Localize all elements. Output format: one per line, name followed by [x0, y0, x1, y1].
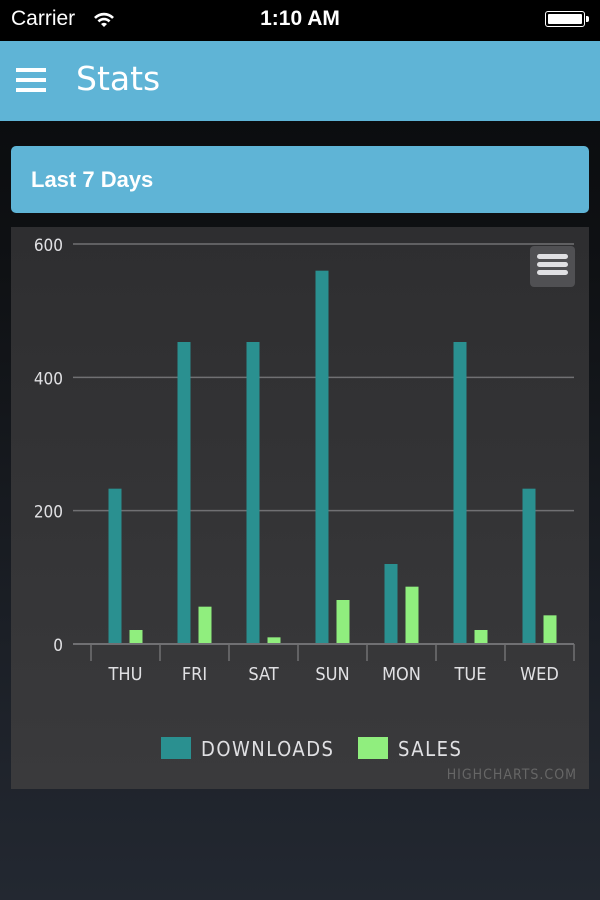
- x-tick-label: TUE: [454, 664, 487, 685]
- chart-container: 0 200 400 600 THU FRI SAT SUN MON TUE WED DOWNLOA…: [11, 227, 589, 789]
- x-tick-label: MON: [382, 664, 421, 685]
- page-title: Stats: [76, 59, 161, 98]
- x-tick-label: SAT: [248, 664, 278, 685]
- bar-downloads-sun: [315, 270, 329, 644]
- y-axis-labels: 0 200 400 600: [34, 236, 63, 656]
- legend: DOWNLOADS SALES: [161, 737, 462, 761]
- section-title: Last 7 Days: [31, 167, 154, 192]
- x-tick-label: THU: [108, 664, 143, 685]
- battery-tip: [586, 16, 589, 22]
- bar-sales-sun: [336, 600, 350, 644]
- bar-sales-thu: [129, 630, 143, 644]
- bar-downloads-fri: [177, 342, 191, 644]
- bar-downloads-thu: [108, 488, 122, 644]
- bar-downloads-sat: [246, 342, 260, 644]
- navbar: Stats: [0, 41, 600, 121]
- bars: [108, 270, 557, 644]
- y-tick-label: 400: [34, 369, 63, 389]
- bar-sales-mon: [405, 586, 419, 644]
- legend-label: SALES: [398, 737, 462, 761]
- y-tick-label: 600: [34, 236, 63, 256]
- y-tick-label: 200: [34, 503, 63, 523]
- export-menu-button[interactable]: [530, 246, 575, 287]
- chart-credits[interactable]: HIGHCHARTS.COM: [447, 767, 577, 783]
- legend-item-downloads[interactable]: DOWNLOADS: [161, 737, 334, 761]
- bar-sales-wed: [543, 615, 557, 644]
- x-tick-label: WED: [520, 664, 559, 685]
- bar-downloads-wed: [522, 488, 536, 644]
- y-tick-label: 0: [53, 636, 63, 656]
- x-axis: THU FRI SAT SUN MON TUE WED: [73, 643, 575, 685]
- legend-swatch: [161, 737, 191, 759]
- x-tick-label: SUN: [315, 664, 349, 685]
- bar-chart: 0 200 400 600 THU FRI SAT SUN MON TUE WED DOWNLOA…: [34, 236, 577, 783]
- x-tick-label: FRI: [182, 664, 207, 685]
- battery-icon: [545, 11, 585, 27]
- legend-label: DOWNLOADS: [201, 737, 334, 761]
- section-header: Last 7 Days: [11, 146, 589, 213]
- export-menu-icon: [537, 254, 568, 275]
- bar-sales-fri: [198, 606, 212, 644]
- bar-downloads-mon: [384, 564, 398, 644]
- clock: 1:10 AM: [260, 7, 340, 30]
- bar-sales-tue: [474, 630, 488, 644]
- status-bar: Carrier 1:10 AM: [0, 0, 600, 41]
- legend-item-sales[interactable]: SALES: [358, 737, 462, 761]
- bar-downloads-tue: [453, 342, 467, 644]
- legend-swatch: [358, 737, 388, 759]
- hamburger-menu-icon[interactable]: [16, 68, 46, 94]
